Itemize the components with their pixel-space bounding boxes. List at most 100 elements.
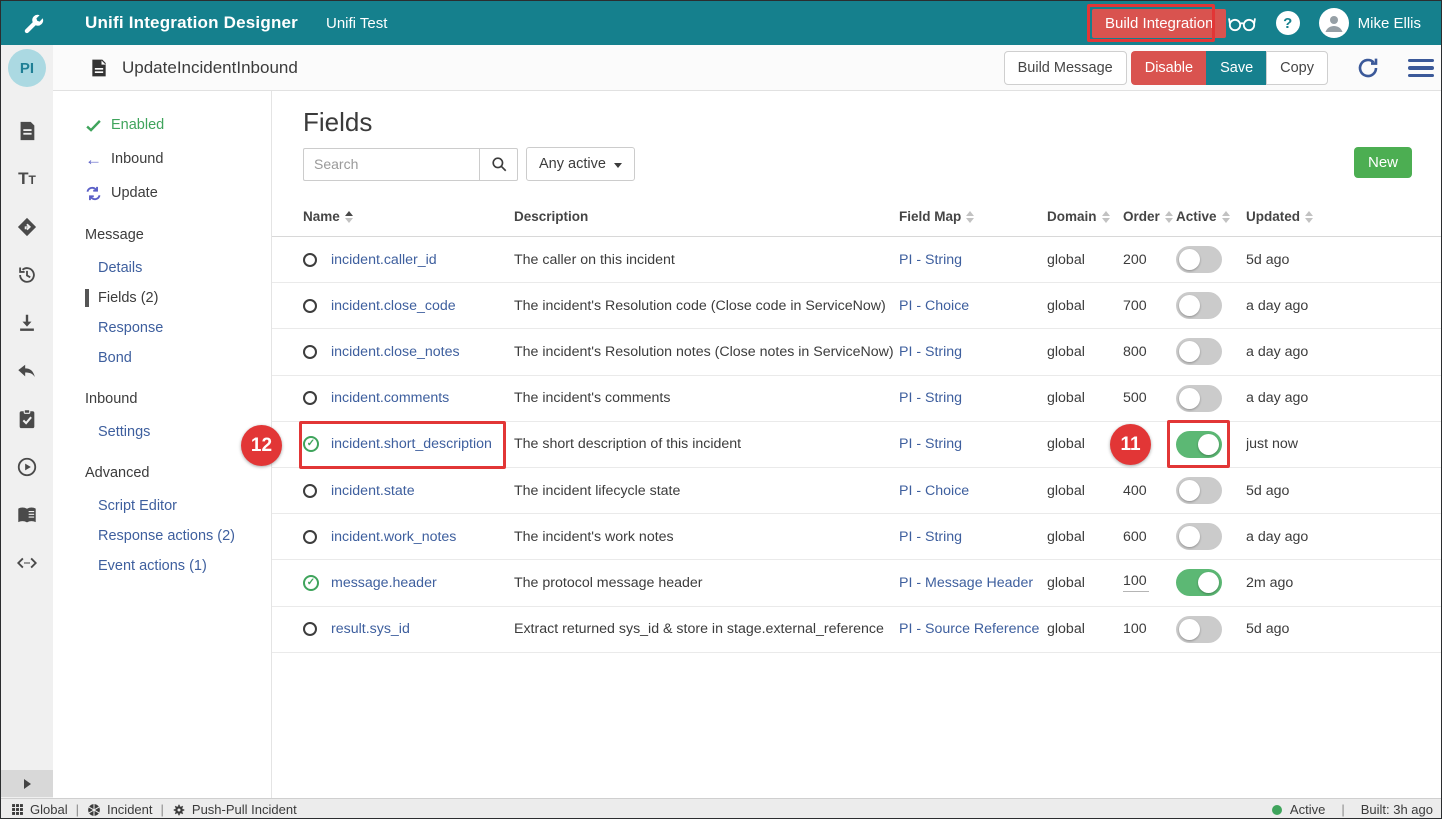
build-message-button[interactable]: Build Message	[1004, 51, 1127, 85]
gear-icon	[172, 803, 186, 817]
column-header-order[interactable]: Order	[1123, 209, 1176, 224]
user-name: Mike Ellis	[1358, 15, 1421, 32]
field-name-link[interactable]: incident.comments	[331, 390, 514, 406]
tasks-icon[interactable]	[15, 407, 39, 431]
sort-icon	[1102, 211, 1110, 223]
field-map-link[interactable]: PI - Choice	[899, 298, 1047, 314]
column-header-active[interactable]: Active	[1176, 209, 1246, 224]
field-map-link[interactable]: PI - String	[899, 529, 1047, 545]
sort-icon	[1165, 211, 1173, 223]
search-input[interactable]	[303, 148, 479, 181]
table-row: incident.comments The incident's comment…	[272, 376, 1442, 422]
download-icon[interactable]	[15, 311, 39, 335]
nav-item-fields[interactable]: Fields (2)	[98, 287, 271, 309]
top-bar: Unifi Integration Designer Unifi Test Bu…	[1, 1, 1442, 45]
user-menu[interactable]: Mike Ellis	[1319, 8, 1421, 38]
field-map-link[interactable]: PI - String	[899, 344, 1047, 360]
search-icon	[490, 155, 508, 173]
expand-rail-button[interactable]	[1, 770, 53, 797]
active-status-dot	[1272, 805, 1282, 815]
new-button[interactable]: New	[1354, 147, 1412, 178]
nav-item-response[interactable]: Response	[98, 317, 271, 339]
field-order[interactable]: 100	[1123, 573, 1176, 592]
field-map-link[interactable]: PI - Source Reference	[899, 621, 1047, 637]
field-status-icon	[303, 530, 317, 544]
field-name-link[interactable]: incident.close_code	[331, 298, 514, 314]
active-toggle[interactable]	[1176, 477, 1222, 504]
field-updated: a day ago	[1246, 529, 1421, 545]
field-updated: 5d ago	[1246, 483, 1421, 499]
record-avatar: PI	[8, 49, 46, 87]
build-integration-button[interactable]: Build Integration	[1092, 9, 1226, 38]
field-name-link[interactable]: incident.work_notes	[331, 529, 514, 545]
documentation-icon[interactable]	[15, 503, 39, 527]
workspace-item[interactable]: Global	[11, 802, 68, 817]
record-toolbar: UpdateIncidentInbound Build Message Disa…	[53, 45, 1442, 91]
field-domain: global	[1047, 529, 1123, 545]
copy-button[interactable]: Copy	[1266, 51, 1328, 85]
menu-button[interactable]	[1408, 59, 1434, 78]
column-header-field-map[interactable]: Field Map	[899, 209, 1047, 224]
nav-item-event-actions[interactable]: Event actions (1)	[98, 555, 271, 577]
nav-item-settings[interactable]: Settings	[98, 421, 271, 443]
record-actions-group: Disable Save Copy	[1131, 51, 1328, 85]
field-status-icon	[303, 299, 317, 313]
active-filter-dropdown[interactable]: Any active	[526, 147, 635, 181]
field-map-link[interactable]: PI - String	[899, 436, 1047, 452]
disable-button[interactable]: Disable	[1131, 51, 1206, 85]
nav-item-bond[interactable]: Bond	[98, 347, 271, 369]
column-header-updated[interactable]: Updated	[1246, 209, 1421, 224]
wrench-icon	[21, 11, 45, 35]
help-icon[interactable]: ?	[1276, 11, 1300, 35]
field-map-link[interactable]: PI - String	[899, 252, 1047, 268]
active-toggle[interactable]	[1176, 385, 1222, 412]
field-name-link[interactable]: incident.close_notes	[331, 344, 514, 360]
nav-item-script-editor[interactable]: Script Editor	[98, 495, 271, 517]
process-item[interactable]: Push-Pull Incident	[172, 802, 297, 817]
table-row: incident.caller_id The caller on this in…	[272, 237, 1442, 283]
text-format-icon[interactable]: TT	[15, 167, 39, 191]
rail-document-icon[interactable]	[15, 119, 39, 143]
active-toggle[interactable]	[1176, 292, 1222, 319]
save-button[interactable]: Save	[1206, 51, 1266, 85]
field-status-icon	[303, 253, 317, 267]
active-toggle[interactable]	[1176, 569, 1222, 596]
directions-icon[interactable]	[15, 215, 39, 239]
field-name-link[interactable]: result.sys_id	[331, 621, 514, 637]
column-header-domain[interactable]: Domain	[1047, 209, 1123, 224]
field-name-link[interactable]: incident.short_description	[331, 436, 514, 452]
active-toggle[interactable]	[1176, 523, 1222, 550]
column-header-description[interactable]: Description	[514, 209, 899, 224]
field-name-link[interactable]: incident.caller_id	[331, 252, 514, 268]
code-icon[interactable]	[15, 551, 39, 575]
nav-item-details[interactable]: Details	[98, 257, 271, 279]
app-scope-item[interactable]: Incident	[87, 802, 153, 817]
field-status-icon	[303, 484, 317, 498]
field-updated: 5d ago	[1246, 252, 1421, 268]
active-toggle[interactable]	[1176, 246, 1222, 273]
history-icon[interactable]	[15, 263, 39, 287]
glasses-icon[interactable]	[1227, 14, 1257, 32]
field-description: The incident's Resolution code (Close co…	[514, 298, 899, 314]
field-name-link[interactable]: message.header	[331, 575, 514, 591]
nav-item-response-actions[interactable]: Response actions (2)	[98, 525, 271, 547]
field-order: 700	[1123, 298, 1176, 314]
incident-icon	[87, 803, 101, 817]
field-map-link[interactable]: PI - Message Header	[899, 575, 1047, 591]
active-toggle[interactable]	[1176, 616, 1222, 643]
status-enabled: Enabled	[85, 113, 271, 137]
field-map-link[interactable]: PI - Choice	[899, 483, 1047, 499]
field-map-link[interactable]: PI - String	[899, 390, 1047, 406]
side-navigation: Enabled ← Inbound Update Message Details…	[53, 91, 272, 798]
refresh-button[interactable]	[1356, 56, 1380, 80]
active-toggle[interactable]	[1176, 338, 1222, 365]
status-bar: Global | Incident | Push-Pull Incident A…	[1, 798, 1442, 819]
undo-icon[interactable]	[15, 359, 39, 383]
play-icon[interactable]	[15, 455, 39, 479]
column-header-name[interactable]: Name	[303, 209, 514, 224]
environment-tab[interactable]: Unifi Test	[326, 15, 387, 32]
active-toggle[interactable]	[1176, 431, 1222, 458]
field-name-link[interactable]: incident.state	[331, 483, 514, 499]
status-action: Update	[85, 181, 271, 205]
search-button[interactable]	[479, 148, 518, 181]
